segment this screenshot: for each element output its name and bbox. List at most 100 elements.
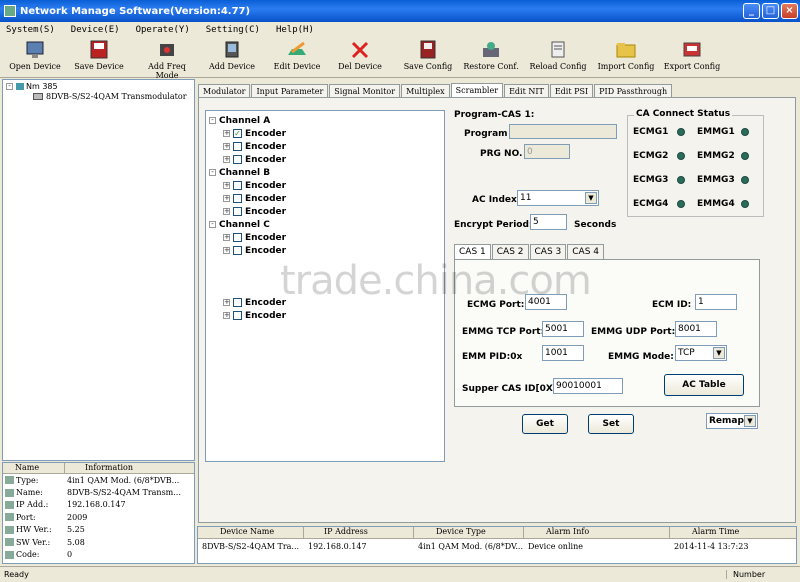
encrypt-period-input[interactable]: 5 xyxy=(530,214,567,230)
tab-pid-passthrough[interactable]: PID Passthrough xyxy=(594,84,673,98)
encoder-checkbox[interactable] xyxy=(233,246,242,255)
import-config-button[interactable]: Import Config xyxy=(596,40,656,76)
encoder-checkbox[interactable] xyxy=(233,233,242,242)
tab-cas-2[interactable]: CAS 2 xyxy=(491,244,529,259)
collapse-icon[interactable]: - xyxy=(209,117,216,124)
supper-cas-id-label: Supper CAS ID[0X]: xyxy=(462,384,561,394)
save-config-button[interactable]: Save Config xyxy=(402,40,454,76)
info-icon xyxy=(5,488,14,497)
emmg-udp-port-label: EMMG UDP Port: xyxy=(591,327,676,337)
emm-pid-label: EMM PID:0x xyxy=(462,352,523,362)
restore-conf-button[interactable]: Restore Conf. xyxy=(462,40,520,76)
emmg-tcp-port-input[interactable]: 5001 xyxy=(542,321,584,337)
program-label: Program xyxy=(464,129,508,139)
status-led-icon xyxy=(677,176,685,184)
seconds-label: Seconds xyxy=(574,220,617,230)
prg-no-label: PRG NO. xyxy=(480,149,523,159)
get-button[interactable]: Get xyxy=(522,414,568,434)
encoder-checkbox[interactable] xyxy=(233,155,242,164)
maximize-button[interactable]: □ xyxy=(762,3,779,19)
collapse-icon[interactable]: - xyxy=(209,169,216,176)
info-value: 8DVB-S/S2-4QAM Transm... xyxy=(67,488,181,498)
encoder-checkbox[interactable]: ✓ xyxy=(233,129,242,138)
ca-status-item: ECMG3 xyxy=(633,175,685,185)
encoder-checkbox[interactable] xyxy=(233,311,242,320)
tab-modulator[interactable]: Modulator xyxy=(198,84,251,98)
collapse-icon[interactable]: - xyxy=(209,221,216,228)
tab-input-parameter[interactable]: Input Parameter xyxy=(251,84,329,98)
menu-device[interactable]: Device(E) xyxy=(71,25,120,35)
encoder-item[interactable]: + Encoder xyxy=(209,140,444,153)
reload-icon xyxy=(551,41,565,58)
encoder-checkbox[interactable] xyxy=(233,181,242,190)
tab-edit-nit[interactable]: Edit NIT xyxy=(504,84,549,98)
remap-select[interactable]: Remap ▼ xyxy=(706,413,758,429)
ac-index-label: AC Index xyxy=(472,195,517,205)
close-button[interactable]: × xyxy=(781,3,798,19)
info-header-information: Information xyxy=(85,463,134,472)
alarm-header-alarm-time: Alarm Time xyxy=(692,527,740,536)
encoder-item[interactable]: + Encoder xyxy=(209,309,444,322)
alarm-row[interactable]: 8DVB-S/S2-4QAM Tra... 192.168.0.147 4in1… xyxy=(198,539,796,553)
encoder-item[interactable]: + Encoder xyxy=(209,244,444,257)
menu-system[interactable]: System(S) xyxy=(6,25,55,35)
export-config-button[interactable]: Export Config xyxy=(662,40,722,76)
info-row: Name: 8DVB-S/S2-4QAM Transm... xyxy=(3,486,194,498)
ac-index-select[interactable]: 11 ▼ xyxy=(517,190,599,206)
encoder-checkbox[interactable] xyxy=(233,142,242,151)
tab-cas-4[interactable]: CAS 4 xyxy=(567,244,604,259)
info-icon xyxy=(5,525,14,534)
tree-root[interactable]: - Nm 385 xyxy=(6,82,58,91)
channel-a[interactable]: - Channel A xyxy=(209,114,444,127)
encoder-item[interactable]: + Encoder xyxy=(209,231,444,244)
minimize-button[interactable]: _ xyxy=(743,3,760,19)
status-led-icon xyxy=(677,200,685,208)
collapse-icon[interactable]: - xyxy=(6,83,13,90)
open-device-button[interactable]: Open Device xyxy=(8,40,62,76)
status-led-icon xyxy=(741,200,749,208)
monitor-icon xyxy=(26,41,44,58)
menu-setting[interactable]: Setting(C) xyxy=(206,25,260,35)
menu-operate[interactable]: Operate(Y) xyxy=(136,25,190,35)
encoder-item[interactable]: + Encoder xyxy=(209,205,444,218)
tree-device-item[interactable]: 8DVB-S/S2-4QAM Transmodulator xyxy=(33,92,187,101)
encoder-checkbox[interactable] xyxy=(233,298,242,307)
channel-b[interactable]: - Channel B xyxy=(209,166,444,179)
emmg-mode-select[interactable]: TCP ▼ xyxy=(675,345,727,361)
tab-edit-psi[interactable]: Edit PSI xyxy=(549,84,594,98)
ac-table-button[interactable]: AC Table xyxy=(664,374,744,396)
set-button[interactable]: Set xyxy=(588,414,634,434)
emmg-udp-port-input[interactable]: 8001 xyxy=(675,321,717,337)
add-freq-mode-button[interactable]: Add Freq Mode xyxy=(136,40,198,80)
encoder-item[interactable]: + Encoder xyxy=(209,192,444,205)
chevron-down-icon[interactable]: ▼ xyxy=(713,347,725,359)
alarm-list: Device Name IP Address Device Type Alarm… xyxy=(197,526,797,564)
reload-config-button[interactable]: Reload Config xyxy=(528,40,588,76)
menu-help[interactable]: Help(H) xyxy=(276,25,314,35)
tab-scrambler[interactable]: Scrambler xyxy=(450,83,504,98)
alarm-header-alarm-info: Alarm Info xyxy=(524,527,670,538)
channel-c[interactable]: - Channel C xyxy=(209,218,444,231)
emm-pid-input[interactable]: 1001 xyxy=(542,345,584,361)
tab-signal-monitor[interactable]: Signal Monitor xyxy=(329,84,401,98)
add-device-button[interactable]: Add Device xyxy=(206,40,258,76)
ecm-id-input[interactable]: 1 xyxy=(695,294,737,310)
supper-cas-id-input[interactable]: 90010001 xyxy=(553,378,623,394)
info-row: SW Ver.: 5.08 xyxy=(3,536,194,548)
encoder-item[interactable]: + Encoder xyxy=(209,179,444,192)
ecm-id-label: ECM ID: xyxy=(652,300,692,310)
encoder-checkbox[interactable] xyxy=(233,207,242,216)
device-icon xyxy=(33,93,43,100)
encoder-checkbox[interactable] xyxy=(233,194,242,203)
edit-device-button[interactable]: Edit Device xyxy=(270,40,324,76)
tab-cas-1[interactable]: CAS 1 xyxy=(454,244,491,259)
chevron-down-icon[interactable]: ▼ xyxy=(744,415,756,427)
chevron-down-icon[interactable]: ▼ xyxy=(585,192,597,204)
save-device-button[interactable]: Save Device xyxy=(72,40,126,76)
info-value: 192.168.0.147 xyxy=(67,500,126,510)
encoder-item[interactable]: + ✓ Encoder xyxy=(209,127,444,140)
tab-cas-3[interactable]: CAS 3 xyxy=(529,244,567,259)
tab-multiplex[interactable]: Multiplex xyxy=(401,84,450,98)
encoder-item[interactable]: + Encoder xyxy=(209,153,444,166)
del-device-button[interactable]: Del Device xyxy=(334,40,386,76)
